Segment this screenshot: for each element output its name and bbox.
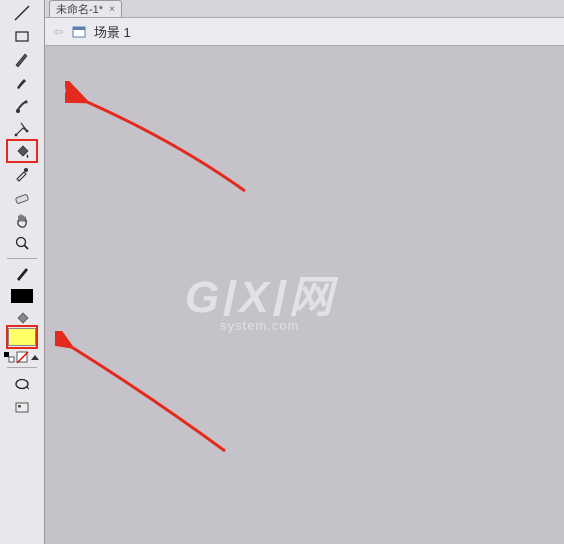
ellipse-option-icon[interactable] (11, 373, 33, 395)
wm-sub: system.com (220, 318, 299, 333)
stage[interactable]: GX网 system.com (45, 46, 564, 544)
main-area: 未命名-1* × ⇦ 场景 1 GX网 system.com (45, 0, 564, 544)
back-icon[interactable]: ⇦ (53, 24, 64, 40)
paint-bucket-tool[interactable] (8, 141, 36, 161)
tools-panel (0, 0, 45, 544)
toolbar-divider (7, 258, 37, 259)
wm-x: X (239, 273, 270, 322)
default-colors-icon[interactable] (29, 351, 42, 364)
pencil-tool[interactable] (11, 48, 33, 70)
no-color-icon[interactable] (16, 351, 29, 364)
zoom-tool[interactable] (11, 232, 33, 254)
bone-tool[interactable] (11, 118, 33, 140)
scene-icon (72, 25, 86, 39)
snap-tool[interactable] (11, 397, 33, 419)
hand-tool[interactable] (11, 209, 33, 231)
eraser-tool[interactable] (11, 186, 33, 208)
annotation-arrow-2 (55, 331, 245, 461)
annotation-arrow-1 (65, 81, 265, 201)
brush-tool[interactable] (11, 72, 33, 94)
swap-colors-icon[interactable] (3, 351, 16, 364)
toolbar-divider-2 (7, 367, 37, 368)
document-tabs: 未命名-1* × (45, 0, 564, 18)
document-tab[interactable]: 未命名-1* × (49, 0, 122, 17)
wm-cn: 网 (289, 273, 335, 322)
eyedropper-tool[interactable] (11, 162, 33, 184)
close-tab-icon[interactable]: × (109, 4, 115, 15)
watermark: GX网 system.com (185, 276, 335, 333)
scene-label: 场景 1 (94, 22, 131, 41)
wm-g: G (185, 273, 221, 322)
tab-label: 未命名-1* (56, 1, 103, 17)
color-options[interactable] (3, 351, 42, 364)
line-tool[interactable] (11, 2, 33, 24)
decorate-brush-tool[interactable] (11, 95, 33, 117)
pen-tool[interactable] (11, 262, 33, 284)
fill-bucket-icon[interactable] (13, 309, 31, 327)
rectangle-tool[interactable] (11, 25, 33, 47)
fill-color-swatch[interactable] (8, 327, 36, 347)
edit-bar: ⇦ 场景 1 (45, 18, 564, 46)
stroke-color-swatch[interactable] (11, 289, 33, 303)
